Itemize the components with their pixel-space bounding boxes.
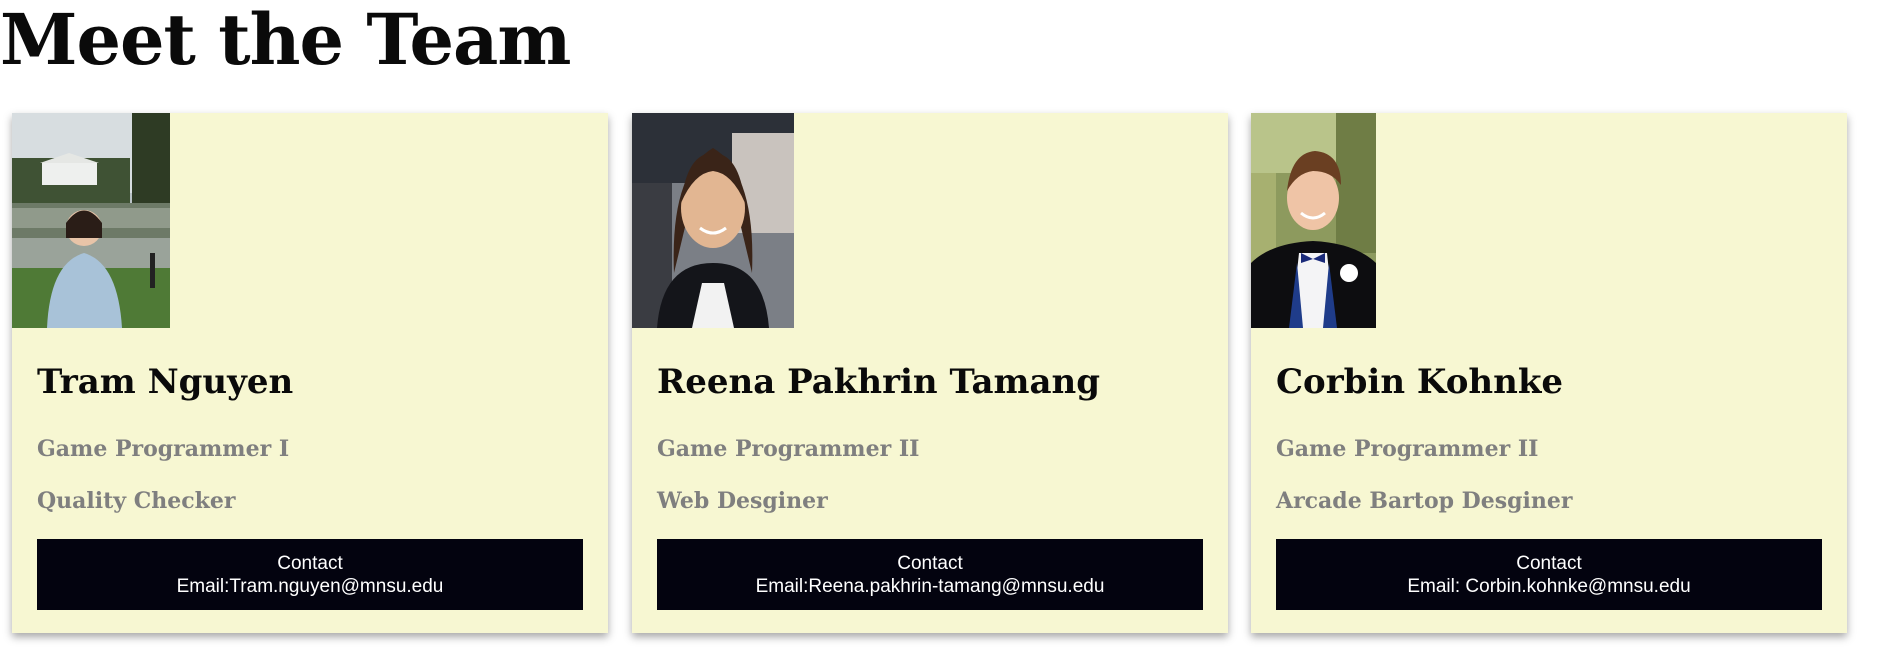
contact-email: Email: Corbin.kohnke@mnsu.edu: [1407, 575, 1691, 597]
contact-email: Email:Reena.pakhrin-tamang@mnsu.edu: [755, 575, 1105, 597]
contact-email: Email:Tram.nguyen@mnsu.edu: [176, 575, 444, 597]
member-name: Tram Nguyen: [37, 362, 294, 402]
member-name: Corbin Kohnke: [1276, 362, 1564, 402]
member-role-primary: Game Programmer II: [657, 436, 920, 462]
contact-label: Contact: [1516, 552, 1582, 574]
team-member-photo: [632, 113, 794, 328]
contact-label: Contact: [897, 552, 963, 574]
team-member-photo: [1251, 113, 1376, 328]
page-title: Meet the Team: [0, 0, 571, 81]
team-cards: Tram Nguyen Game Programmer I Quality Ch…: [12, 113, 1852, 633]
member-role-secondary: Web Desginer: [657, 488, 828, 514]
member-role-secondary: Quality Checker: [37, 488, 236, 514]
contact-button[interactable]: Contact Email: Corbin.kohnke@mnsu.edu: [1276, 539, 1822, 610]
team-card: Reena Pakhrin Tamang Game Programmer II …: [632, 113, 1228, 633]
contact-button[interactable]: Contact Email:Reena.pakhrin-tamang@mnsu.…: [657, 539, 1203, 610]
team-member-photo: [12, 113, 170, 328]
member-role-secondary: Arcade Bartop Desginer: [1276, 488, 1573, 514]
contact-label: Contact: [277, 552, 343, 574]
photo-corbin-kohnke: [1251, 113, 1376, 328]
member-role-primary: Game Programmer II: [1276, 436, 1539, 462]
team-card: Corbin Kohnke Game Programmer II Arcade …: [1251, 113, 1847, 633]
team-card: Tram Nguyen Game Programmer I Quality Ch…: [12, 113, 608, 633]
member-name: Reena Pakhrin Tamang: [657, 362, 1101, 402]
photo-reena-pakhrin-tamang: [632, 113, 794, 328]
photo-tram-nguyen: [12, 113, 170, 328]
member-role-primary: Game Programmer I: [37, 436, 290, 462]
contact-button[interactable]: Contact Email:Tram.nguyen@mnsu.edu: [37, 539, 583, 610]
